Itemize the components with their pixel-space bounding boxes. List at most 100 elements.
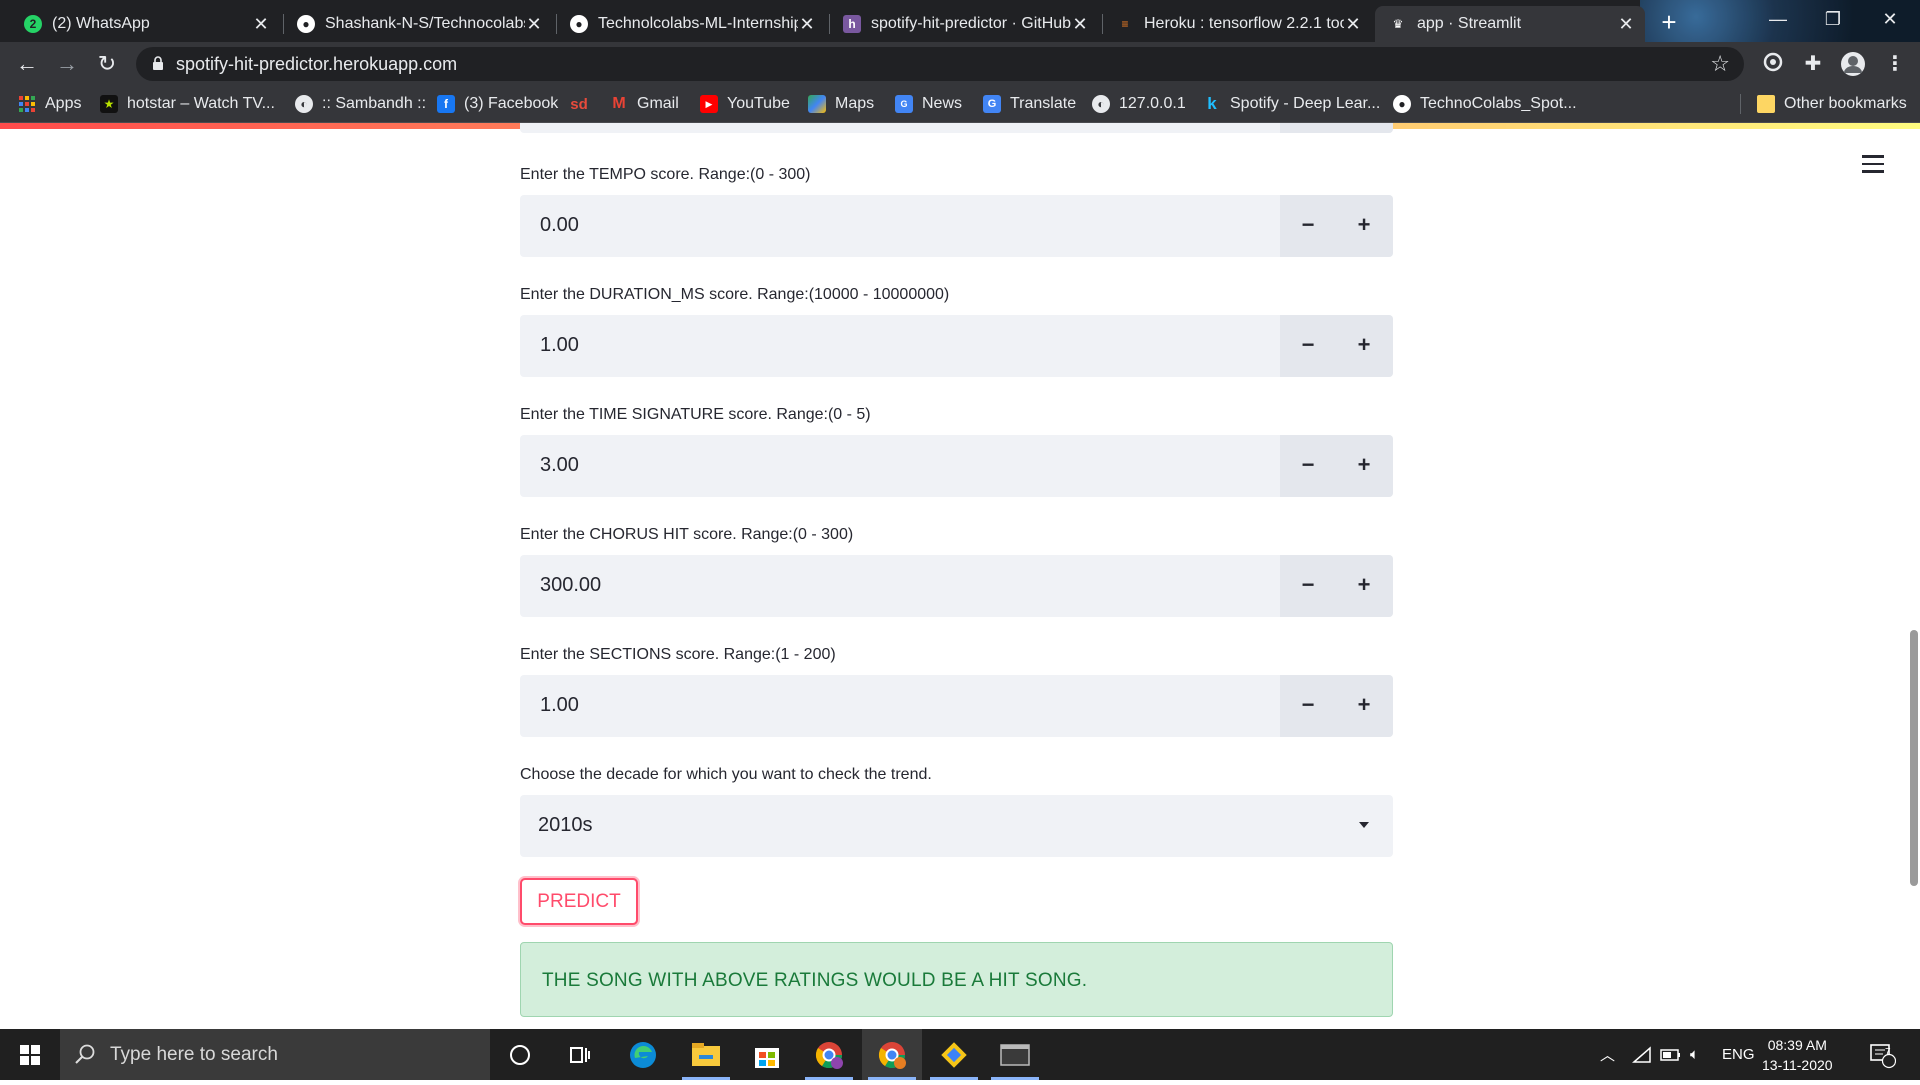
battery-icon[interactable]: [1660, 1029, 1682, 1080]
time-signature-input[interactable]: 3.00 − +: [520, 435, 1393, 497]
file-explorer-icon[interactable]: [676, 1029, 736, 1080]
clock[interactable]: 08:39 AM 13-11-2020: [1762, 1029, 1833, 1080]
bookmark-label: News: [922, 95, 963, 112]
bookmark-news[interactable]: G News: [895, 86, 962, 122]
chrome-profile-icon[interactable]: [799, 1029, 859, 1080]
decrement-button[interactable]: −: [1295, 212, 1321, 238]
microsoft-store-icon[interactable]: [737, 1029, 797, 1080]
reload-button[interactable]: ↻: [92, 49, 122, 79]
tab-streamlit-app[interactable]: ♛ app · Streamlit ✕: [1375, 6, 1645, 42]
tab-github-technocolabs[interactable]: ● Shashank-N-S/Technocolabs ✕: [283, 6, 553, 42]
heroku-icon: h: [843, 15, 861, 33]
close-tab-icon[interactable]: ✕: [525, 14, 543, 35]
close-tab-icon[interactable]: ✕: [252, 14, 270, 35]
tempo-input[interactable]: 0.00 − +: [520, 195, 1393, 257]
profile-avatar[interactable]: [1840, 51, 1866, 77]
time-signature-label: Enter the TIME SIGNATURE score. Range:(0…: [520, 406, 871, 423]
extensions-puzzle-icon[interactable]: ✚: [1800, 51, 1826, 77]
bookmark-sd[interactable]: sd: [570, 86, 597, 122]
bookmark-facebook[interactable]: f (3) Facebook: [437, 86, 558, 122]
bookmark-technocolabs[interactable]: ● TechnoColabs_Spot...: [1393, 86, 1577, 122]
chorus-hit-input[interactable]: 300.00 − +: [520, 555, 1393, 617]
address-bar[interactable]: spotify-hit-predictor.herokuapp.com ☆: [136, 47, 1744, 81]
number-input-partial[interactable]: [520, 123, 1393, 133]
hamburger-menu-icon[interactable]: [1862, 155, 1884, 173]
forward-button[interactable]: →: [52, 49, 82, 79]
bookmark-label: Translate: [1010, 95, 1077, 112]
bookmark-star-icon[interactable]: ☆: [1710, 51, 1730, 77]
tab-heroku-tensorflow[interactable]: ≡ Heroku : tensorflow 2.2.1 too ✕: [1102, 6, 1372, 42]
tempo-value[interactable]: 0.00: [540, 214, 579, 237]
tab-whatsapp[interactable]: 2 (2) WhatsApp ✕: [10, 6, 280, 42]
hotstar-icon: ★: [100, 95, 118, 113]
tab-spotify-hit-predictor[interactable]: h spotify-hit-predictor · GitHub ✕: [829, 6, 1099, 42]
bookmark-youtube[interactable]: ▶ YouTube: [700, 86, 790, 122]
tab-title: Heroku : tensorflow 2.2.1 too: [1144, 15, 1344, 32]
github-icon: ●: [570, 15, 588, 33]
close-window-button[interactable]: ✕: [1867, 4, 1913, 34]
wifi-icon[interactable]: [1632, 1029, 1652, 1080]
tempo-label: Enter the TEMPO score. Range:(0 - 300): [520, 166, 811, 183]
decade-select[interactable]: 2010s: [520, 795, 1393, 857]
bookmark-sambandh[interactable]: ◐ :: Sambandh ::: [295, 86, 426, 122]
back-button[interactable]: ←: [12, 49, 42, 79]
taskbar-search-box[interactable]: Type here to search: [60, 1029, 490, 1080]
decrement-button[interactable]: −: [1295, 692, 1321, 718]
cortana-button[interactable]: [490, 1029, 550, 1080]
increment-button[interactable]: +: [1351, 332, 1377, 358]
clock-time: 08:39 AM: [1767, 1036, 1827, 1053]
increment-button[interactable]: +: [1351, 212, 1377, 238]
chorus-hit-value[interactable]: 300.00: [540, 574, 601, 597]
tab-github-internship[interactable]: ● Technolcolabs-ML-Internship ✕: [556, 6, 826, 42]
edge-browser-icon[interactable]: [613, 1029, 673, 1080]
restore-window-button[interactable]: ❐: [1810, 4, 1856, 34]
time-signature-value[interactable]: 3.00: [540, 454, 579, 477]
browser-menu-icon[interactable]: ⋮: [1882, 51, 1908, 77]
time-signature-stepper: − +: [1280, 435, 1393, 497]
volume-icon[interactable]: 🔈︎: [1690, 1029, 1699, 1080]
bookmark-kaggle[interactable]: k Spotify - Deep Lear...: [1203, 86, 1380, 122]
bookmark-gmail[interactable]: M Gmail: [610, 86, 679, 122]
bookmark-label: Gmail: [637, 95, 679, 112]
close-tab-icon[interactable]: ✕: [1071, 14, 1089, 35]
bookmark-label: Maps: [835, 95, 875, 112]
increment-button[interactable]: +: [1351, 452, 1377, 478]
notification-icon: [1870, 1043, 1896, 1068]
git-app-icon[interactable]: [924, 1029, 984, 1080]
other-bookmarks-folder[interactable]: Other bookmarks: [1757, 86, 1907, 122]
close-tab-icon[interactable]: ✕: [1344, 14, 1362, 35]
start-button[interactable]: [0, 1029, 60, 1080]
decade-label: Choose the decade for which you want to …: [520, 766, 932, 783]
browser-toolbar: ← → ↻ spotify-hit-predictor.herokuapp.co…: [0, 42, 1920, 86]
task-view-button[interactable]: [550, 1029, 610, 1080]
bookmark-hotstar[interactable]: ★ hotstar – Watch TV...: [100, 86, 275, 122]
predict-button[interactable]: PREDICT: [520, 878, 638, 925]
chrome-active-icon[interactable]: [862, 1029, 922, 1080]
new-tab-button[interactable]: +: [1655, 9, 1683, 37]
page-scrollbar-thumb[interactable]: [1910, 630, 1918, 886]
terminal-app-icon[interactable]: [985, 1029, 1045, 1080]
decrement-button[interactable]: −: [1295, 332, 1321, 358]
extension-sync-icon[interactable]: [1760, 51, 1786, 77]
tab-title: Technolcolabs-ML-Internship: [598, 15, 798, 32]
increment-button[interactable]: +: [1351, 692, 1377, 718]
bookmark-maps[interactable]: Maps: [808, 86, 874, 122]
notifications-button[interactable]: 7: [1868, 1029, 1896, 1080]
bookmark-translate[interactable]: G Translate: [983, 86, 1076, 122]
duration-ms-input[interactable]: 1.00 − +: [520, 315, 1393, 377]
close-tab-icon[interactable]: ✕: [1617, 14, 1635, 35]
streamlit-page: Enter the TEMPO score. Range:(0 - 300) 0…: [0, 123, 1920, 1029]
minimize-window-button[interactable]: —: [1755, 4, 1801, 34]
sections-value[interactable]: 1.00: [540, 694, 579, 717]
language-indicator[interactable]: ENG: [1722, 1029, 1755, 1080]
close-tab-icon[interactable]: ✕: [798, 14, 816, 35]
decrement-button[interactable]: −: [1295, 452, 1321, 478]
sections-input[interactable]: 1.00 − +: [520, 675, 1393, 737]
increment-button[interactable]: +: [1351, 572, 1377, 598]
bookmark-apps[interactable]: Apps: [18, 86, 81, 122]
decrement-button[interactable]: −: [1295, 572, 1321, 598]
show-hidden-icons-button[interactable]: ︿: [1600, 1029, 1615, 1080]
bookmark-localhost[interactable]: ◐ 127.0.0.1: [1092, 86, 1186, 122]
bookmark-separator: [1740, 94, 1741, 114]
duration-ms-value[interactable]: 1.00: [540, 334, 579, 357]
